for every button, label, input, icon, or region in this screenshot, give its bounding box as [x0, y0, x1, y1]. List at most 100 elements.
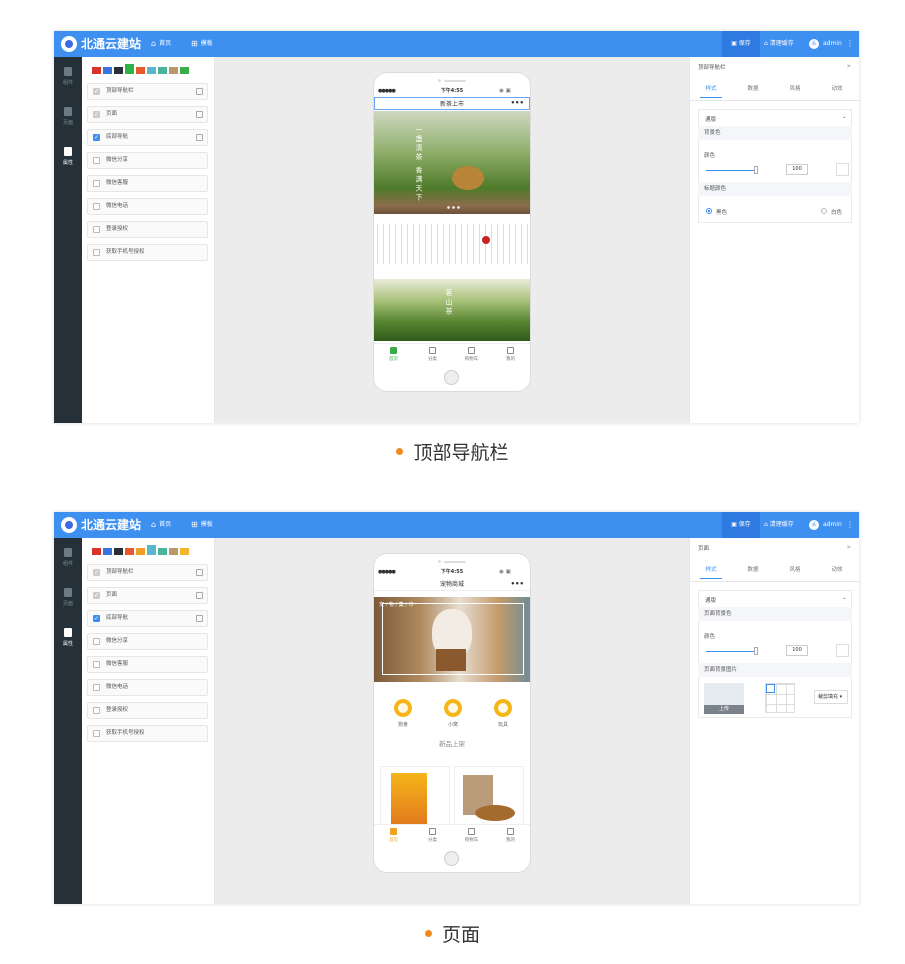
nav-home-button[interactable]: ⌂ 首页: [151, 520, 171, 530]
sidebar-item-components[interactable]: 组件: [54, 67, 82, 86]
layout-dropdown[interactable]: 通版: [705, 115, 716, 123]
checkbox[interactable]: [93, 84, 100, 99]
tab-mine[interactable]: 我的: [491, 347, 530, 362]
page-title[interactable]: 新茶上市: [374, 97, 530, 110]
color-swatch[interactable]: [103, 548, 112, 555]
color-swatch[interactable]: [114, 67, 123, 74]
checkbox[interactable]: [93, 203, 100, 210]
component-item[interactable]: 登录授权: [87, 221, 208, 238]
color-swatch[interactable]: [92, 548, 101, 555]
tab-mine[interactable]: 我的: [491, 828, 530, 843]
nav-template-button[interactable]: ⊞ 模板: [191, 520, 213, 530]
color-swatch[interactable]: [158, 67, 167, 74]
tab-home[interactable]: 首页: [374, 828, 413, 843]
nav-template-button[interactable]: ⊞ 模板: [191, 39, 213, 49]
color-swatch[interactable]: [169, 67, 178, 74]
user-name[interactable]: admin: [823, 31, 842, 57]
checkbox[interactable]: [93, 684, 100, 691]
radio-black[interactable]: [706, 208, 712, 214]
save-button[interactable]: ▣ 保存: [722, 31, 760, 57]
edit-icon[interactable]: [196, 569, 203, 576]
tab-style[interactable]: 样式: [690, 84, 732, 98]
layout-dropdown[interactable]: 通版: [705, 596, 716, 604]
slider-handle[interactable]: [754, 647, 758, 655]
save-button[interactable]: ▣ 保存: [722, 512, 760, 538]
checkbox[interactable]: [93, 157, 100, 164]
slider-handle[interactable]: [754, 166, 758, 174]
checkbox[interactable]: [93, 707, 100, 714]
opacity-slider[interactable]: [706, 170, 756, 171]
avatar[interactable]: 头: [809, 520, 819, 530]
tab-data[interactable]: 数据: [732, 565, 774, 573]
product-card[interactable]: [454, 766, 524, 826]
component-item[interactable]: 微信电话: [87, 679, 208, 696]
color-swatch[interactable]: [180, 67, 189, 74]
sidebar-item-components[interactable]: 组件: [54, 548, 82, 567]
checkbox[interactable]: [93, 180, 100, 187]
checkbox[interactable]: [93, 226, 100, 233]
tab-category[interactable]: 分类: [413, 347, 452, 362]
component-item[interactable]: 登录授权: [87, 702, 208, 719]
tab-category[interactable]: 分类: [413, 828, 452, 843]
checkbox[interactable]: [93, 638, 100, 645]
checkbox[interactable]: [93, 611, 100, 626]
checkbox[interactable]: [93, 730, 100, 737]
checkbox[interactable]: [93, 588, 100, 603]
edit-icon[interactable]: [196, 111, 203, 118]
tab-theme[interactable]: 风格: [774, 84, 816, 92]
component-item[interactable]: 微信分享: [87, 633, 208, 650]
tea-field-image[interactable]: 茗 山 茶: [374, 279, 530, 341]
color-swatch[interactable]: [169, 548, 178, 555]
more-menu-icon[interactable]: ⋮: [846, 31, 854, 57]
fill-mode-select[interactable]: 裁剪填充 ▾: [814, 690, 848, 704]
component-item[interactable]: 微信客服: [87, 175, 208, 192]
color-swatch[interactable]: [158, 548, 167, 555]
avatar[interactable]: 头: [809, 39, 819, 49]
tab-data[interactable]: 数据: [732, 84, 774, 92]
component-item[interactable]: 微信客服: [87, 656, 208, 673]
sidebar-item-page[interactable]: 页面: [54, 107, 82, 126]
color-picker[interactable]: [836, 163, 849, 176]
tab-theme[interactable]: 风格: [774, 565, 816, 573]
collapse-icon[interactable]: »: [847, 62, 851, 70]
dog-food-icon[interactable]: [394, 699, 412, 717]
color-swatch[interactable]: [147, 67, 156, 74]
component-item[interactable]: 页面: [87, 587, 208, 604]
color-swatch[interactable]: [147, 545, 156, 555]
checkbox[interactable]: [93, 249, 100, 256]
upload-box[interactable]: 上传: [704, 683, 744, 714]
sidebar-item-properties[interactable]: 属性: [54, 147, 82, 166]
tab-cart[interactable]: 购物车: [452, 347, 491, 362]
opacity-input[interactable]: 100: [786, 645, 808, 656]
toy-icon[interactable]: [494, 699, 512, 717]
component-item[interactable]: 微信分享: [87, 152, 208, 169]
position-grid[interactable]: [765, 683, 795, 713]
color-picker[interactable]: [836, 644, 849, 657]
color-swatch[interactable]: [92, 67, 101, 74]
checkbox[interactable]: [93, 107, 100, 122]
edit-icon[interactable]: [196, 88, 203, 95]
component-item[interactable]: 顶部导航栏: [87, 564, 208, 581]
edit-icon[interactable]: [196, 592, 203, 599]
component-item[interactable]: 微信电话: [87, 198, 208, 215]
sidebar-item-page[interactable]: 页面: [54, 588, 82, 607]
component-item[interactable]: 底部导航: [87, 610, 208, 627]
opacity-input[interactable]: 100: [786, 164, 808, 175]
tab-animation[interactable]: 动效: [816, 84, 858, 92]
color-swatch[interactable]: [125, 64, 134, 74]
tab-cart[interactable]: 购物车: [452, 828, 491, 843]
radio-white[interactable]: [821, 208, 827, 214]
more-menu-icon[interactable]: ⋮: [846, 512, 854, 538]
sidebar-item-properties[interactable]: 属性: [54, 628, 82, 647]
user-name[interactable]: admin: [823, 512, 842, 538]
clear-cache-button[interactable]: ⌂ 清理缓存: [764, 512, 794, 538]
color-swatch[interactable]: [125, 548, 134, 555]
component-item[interactable]: 底部导航: [87, 129, 208, 146]
component-item[interactable]: 获取手机号授权: [87, 725, 208, 742]
clear-cache-button[interactable]: ⌂ 清理缓存: [764, 31, 794, 57]
tab-style[interactable]: 样式: [690, 565, 732, 579]
tab-home[interactable]: 首页: [374, 347, 413, 362]
nav-home-button[interactable]: ⌂ 首页: [151, 39, 171, 49]
checkbox[interactable]: [93, 661, 100, 668]
page-title[interactable]: 宠物商城: [374, 578, 530, 591]
